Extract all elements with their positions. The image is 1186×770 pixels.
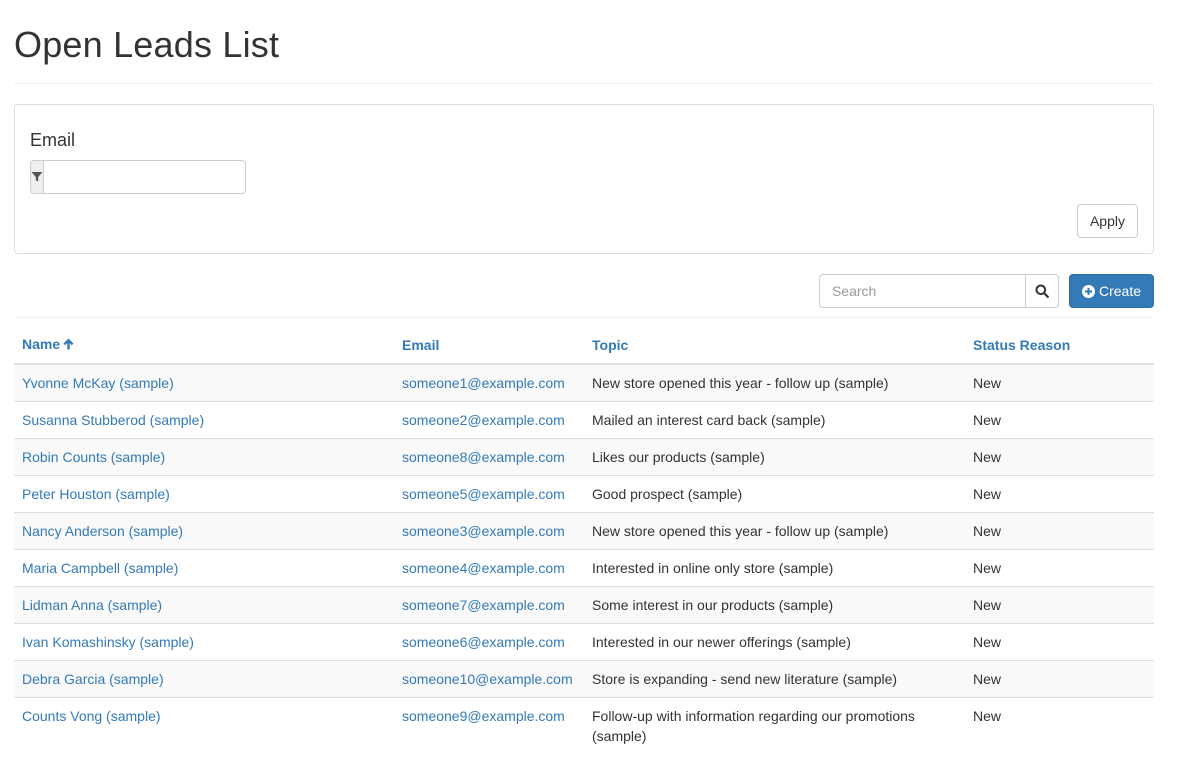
table-row: Yvonne McKay (sample) someone1@example.c…: [14, 364, 1154, 402]
cell-email: someone5@example.com: [394, 475, 584, 513]
plus-circle-icon: [1081, 284, 1095, 298]
sort-by-status-link[interactable]: Status Reason: [973, 337, 1070, 353]
column-header-label: Name: [22, 336, 61, 352]
filter-label-email: Email: [30, 130, 76, 150]
cell-topic: Store is expanding - send new literature…: [584, 660, 965, 698]
search-input[interactable]: [818, 274, 1025, 308]
cell-email: someone4@example.com: [394, 549, 584, 587]
lead-name-link[interactable]: Yvonne McKay (sample): [22, 375, 174, 391]
list-toolbar: Create: [14, 274, 1154, 308]
cell-email: someone8@example.com: [394, 438, 584, 476]
lead-name-link[interactable]: Robin Counts (sample): [22, 449, 165, 465]
cell-email: someone1@example.com: [394, 364, 584, 402]
lead-email-link[interactable]: someone8@example.com: [402, 449, 565, 465]
table-row: Maria Campbell (sample) someone4@example…: [14, 549, 1154, 587]
page-title: Open Leads List: [14, 24, 280, 65]
lead-name-link[interactable]: Counts Vong (sample): [22, 708, 161, 724]
cell-name: Debra Garcia (sample): [14, 660, 394, 698]
filter-icon: [30, 160, 43, 194]
apply-button[interactable]: Apply: [1076, 204, 1138, 238]
sort-by-name-link[interactable]: Name: [22, 336, 74, 352]
cell-status: New: [965, 512, 1154, 550]
create-button-label: Create: [1098, 283, 1141, 299]
lead-name-link[interactable]: Susanna Stubberod (sample): [22, 412, 204, 428]
email-filter-input[interactable]: [43, 160, 246, 194]
search-icon: [1035, 284, 1049, 298]
table-header-row: Name Email Topic Status Reason: [14, 318, 1154, 365]
lead-name-link[interactable]: Maria Campbell (sample): [22, 560, 178, 576]
lead-email-link[interactable]: someone6@example.com: [402, 634, 565, 650]
search-button[interactable]: [1024, 274, 1059, 308]
cell-name: Counts Vong (sample): [14, 697, 394, 754]
lead-name-link[interactable]: Debra Garcia (sample): [22, 671, 164, 687]
lead-email-link[interactable]: someone9@example.com: [402, 708, 565, 724]
cell-status: New: [973, 375, 1002, 391]
sort-by-topic-link[interactable]: Topic: [592, 337, 628, 353]
cell-status: New: [965, 475, 1154, 513]
lead-name-link[interactable]: Ivan Komashinsky (sample): [22, 634, 194, 650]
cell-status: New: [965, 438, 1154, 476]
cell-name: Peter Houston (sample): [14, 475, 394, 513]
cell-topic: Interested in our newer offerings (sampl…: [584, 623, 965, 661]
cell-topic: Follow-up with information regarding our…: [584, 697, 965, 754]
cell-topic: New store opened this year - follow up (…: [592, 375, 889, 391]
cell-topic: Interested in online only store (sample): [584, 549, 965, 587]
lead-email-link[interactable]: someone7@example.com: [402, 597, 565, 613]
cell-status: New: [965, 401, 1154, 439]
cell-topic: Mailed an interest card back (sample): [584, 401, 965, 439]
lead-email-link[interactable]: someone5@example.com: [402, 486, 565, 502]
cell-status: New: [965, 549, 1154, 587]
lead-email-link[interactable]: someone4@example.com: [402, 560, 565, 576]
page-container: Open Leads List Email Apply Search Creat…: [14, 0, 1154, 754]
sort-by-email-link[interactable]: Email: [402, 337, 439, 353]
table-row: Counts Vong (sample) someone9@example.co…: [14, 697, 1154, 754]
cell-topic: New store opened this year - follow up (…: [584, 512, 965, 550]
cell-topic: Some interest in our products (sample): [584, 586, 965, 624]
cell-topic: Good prospect (sample): [584, 475, 965, 513]
filter-panel: Email Apply: [14, 104, 1154, 254]
cell-email: someone6@example.com: [394, 623, 584, 661]
lead-email-link[interactable]: someone1@example.com: [402, 375, 565, 391]
cell-status: New: [965, 660, 1154, 698]
lead-name-link[interactable]: Lidman Anna (sample): [22, 597, 162, 613]
leads-table: Name Email Topic Status Reason Yvonne Mc…: [14, 318, 1154, 754]
cell-email: someone2@example.com: [394, 401, 584, 439]
cell-name: Susanna Stubberod (sample): [14, 401, 394, 439]
cell-name: Lidman Anna (sample): [14, 586, 394, 624]
lead-email-link[interactable]: someone10@example.com: [402, 671, 573, 687]
lead-email-link[interactable]: someone3@example.com: [402, 523, 565, 539]
cell-name: Maria Campbell (sample): [14, 549, 394, 587]
create-button[interactable]: Create: [1068, 274, 1154, 308]
lead-email-link[interactable]: someone2@example.com: [402, 412, 565, 428]
column-header-topic[interactable]: Topic: [584, 318, 965, 365]
cell-name: Ivan Komashinsky (sample): [14, 623, 394, 661]
cell-status: New: [965, 586, 1154, 624]
search-group: [818, 274, 1059, 308]
column-header-name[interactable]: Name: [14, 318, 394, 365]
table-row: Ivan Komashinsky (sample) someone6@examp…: [14, 623, 1154, 661]
column-header-status-reason[interactable]: Status Reason: [965, 318, 1154, 365]
lead-name-link[interactable]: Nancy Anderson (sample): [22, 523, 183, 539]
table-row: Susanna Stubberod (sample) someone2@exam…: [14, 401, 1154, 439]
cell-email: someone7@example.com: [394, 586, 584, 624]
cell-topic: Likes our products (sample): [584, 438, 965, 476]
cell-email: someone3@example.com: [394, 512, 584, 550]
table-row: Lidman Anna (sample) someone7@example.co…: [14, 586, 1154, 624]
cell-status: New: [965, 697, 1154, 754]
table-row: Peter Houston (sample) someone5@example.…: [14, 475, 1154, 513]
table-row: Robin Counts (sample) someone8@example.c…: [14, 438, 1154, 476]
cell-email: someone10@example.com: [394, 660, 584, 698]
title-divider: [14, 83, 1154, 84]
table-row: Debra Garcia (sample) someone10@example.…: [14, 660, 1154, 698]
cell-name: Yvonne McKay (sample): [14, 364, 394, 402]
column-header-email[interactable]: Email: [394, 318, 584, 365]
lead-name-link[interactable]: Peter Houston (sample): [22, 486, 170, 502]
arrow-up-icon: [63, 337, 74, 353]
cell-email: someone9@example.com: [394, 697, 584, 754]
cell-status: New: [965, 623, 1154, 661]
table-row: Nancy Anderson (sample) someone3@example…: [14, 512, 1154, 550]
email-filter-group: [30, 160, 246, 194]
cell-name: Robin Counts (sample): [14, 438, 394, 476]
cell-name: Nancy Anderson (sample): [14, 512, 394, 550]
